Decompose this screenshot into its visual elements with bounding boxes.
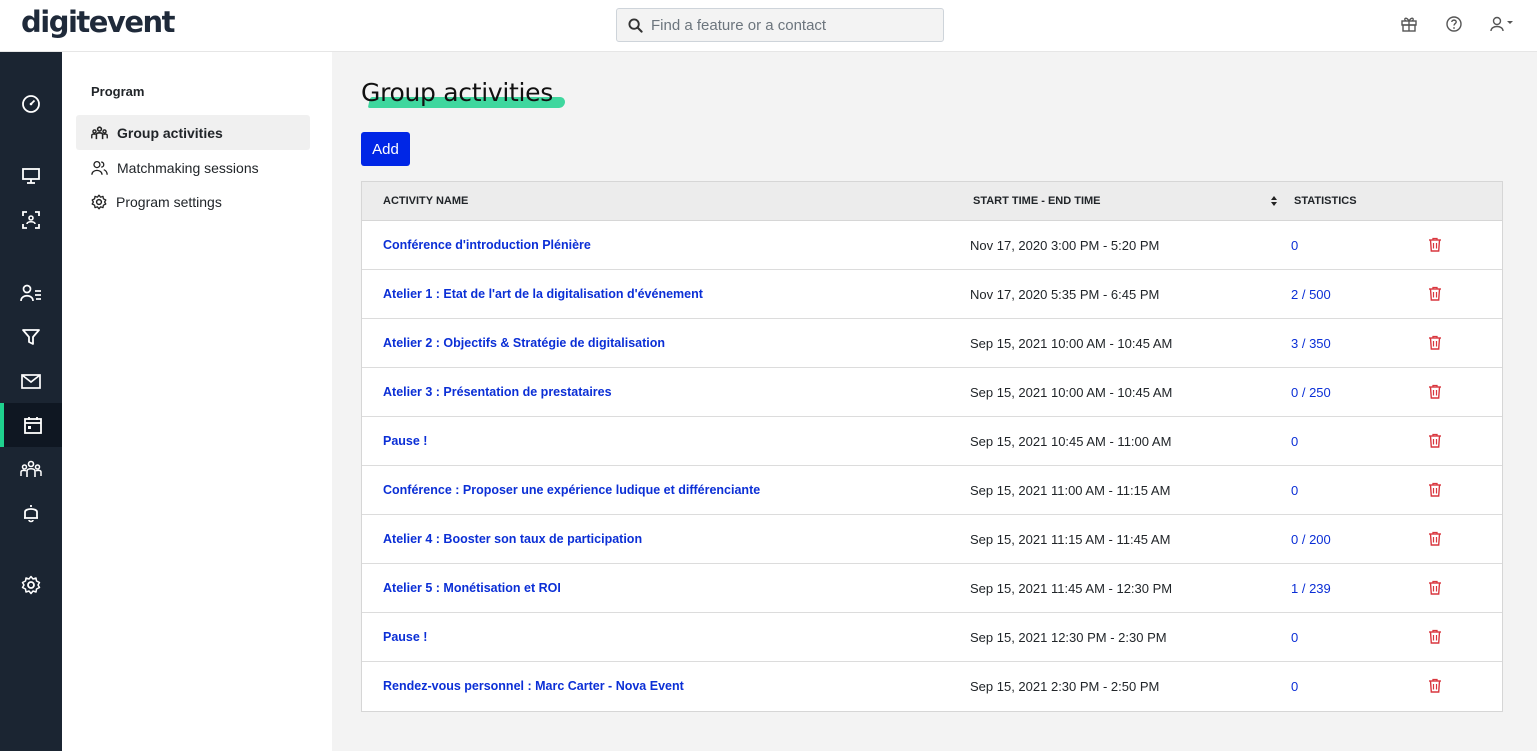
table-row: Atelier 1 : Etat de l'art de la digitali…	[362, 270, 1502, 319]
subnav-item-label: Group activities	[117, 124, 223, 141]
contacts-icon	[20, 284, 41, 302]
gift-icon[interactable]	[1399, 14, 1419, 34]
activity-statistics-link[interactable]: 0 / 200	[1291, 532, 1331, 547]
activity-statistics-link[interactable]: 0	[1291, 434, 1298, 449]
trash-icon[interactable]	[1428, 237, 1442, 252]
trash-icon[interactable]	[1428, 335, 1442, 350]
activity-name-link[interactable]: Pause !	[383, 630, 427, 644]
trash-icon[interactable]	[1428, 482, 1442, 497]
display-icon	[22, 168, 40, 184]
activity-statistics-link[interactable]: 0 / 250	[1291, 385, 1331, 400]
table-row: Atelier 2 : Objectifs & Stratégie de dig…	[362, 319, 1502, 368]
add-button[interactable]: Add	[361, 132, 410, 166]
email-icon	[21, 374, 41, 389]
digitevent-logo[interactable]: digitevent	[21, 5, 176, 39]
activity-statistics-link[interactable]: 0	[1291, 483, 1298, 498]
gear-icon	[91, 194, 107, 209]
table-row: Pause ! Sep 15, 2021 12:30 PM - 2:30 PM 0	[362, 613, 1502, 662]
bell-icon	[24, 505, 38, 523]
top-bar: digitevent	[0, 0, 1537, 52]
rail-email[interactable]	[0, 359, 62, 403]
table-row: Atelier 3 : Présentation de prestataires…	[362, 368, 1502, 417]
search-icon	[628, 18, 643, 33]
table-row: Conférence d'introduction Plénière Nov 17…	[362, 221, 1502, 270]
activity-time: Sep 15, 2021 11:45 AM - 12:30 PM	[970, 581, 1173, 596]
subnav-item-program-settings[interactable]: Program settings	[76, 184, 310, 219]
trash-icon[interactable]	[1428, 286, 1442, 301]
activity-time: Sep 15, 2021 12:30 PM - 2:30 PM	[970, 630, 1167, 645]
activity-time: Sep 15, 2021 10:00 AM - 10:45 AM	[970, 385, 1173, 400]
activity-statistics-link[interactable]: 0	[1291, 238, 1298, 253]
activity-statistics-link[interactable]: 3 / 350	[1291, 336, 1331, 351]
activity-statistics-link[interactable]: 0	[1291, 679, 1298, 694]
activity-name-link[interactable]: Atelier 1 : Etat de l'art de la digitali…	[383, 287, 703, 301]
user-menu-icon[interactable]	[1489, 14, 1519, 34]
table-row: Pause ! Sep 15, 2021 10:45 AM - 11:00 AM 0	[362, 417, 1502, 466]
program-subnav: Program Group activities Matchmaking ses…	[62, 52, 332, 751]
activity-time: Sep 15, 2021 11:00 AM - 11:15 AM	[970, 483, 1171, 498]
filter-icon	[22, 329, 40, 345]
activity-time: Sep 15, 2021 11:15 AM - 11:45 AM	[970, 532, 1171, 547]
trash-icon[interactable]	[1428, 580, 1442, 595]
people-icon	[91, 160, 108, 175]
column-header-statistics[interactable]: STATISTICS	[1294, 195, 1357, 207]
groups-icon	[20, 460, 42, 477]
main-nav-rail	[0, 52, 62, 751]
trash-icon[interactable]	[1428, 678, 1442, 693]
trash-icon[interactable]	[1428, 384, 1442, 399]
activities-table: ACTIVITY NAME START TIME - END TIME STAT…	[361, 181, 1503, 712]
activity-statistics-link[interactable]: 2 / 500	[1291, 287, 1331, 302]
activity-name-link[interactable]: Atelier 5 : Monétisation et ROI	[383, 581, 561, 595]
activity-statistics-link[interactable]: 0	[1291, 630, 1298, 645]
rail-settings[interactable]	[0, 563, 62, 607]
search-box[interactable]	[616, 8, 944, 42]
subnav-item-label: Matchmaking sessions	[117, 159, 259, 176]
table-body: Conférence d'introduction Plénière Nov 17…	[362, 221, 1502, 711]
groups-icon	[91, 125, 108, 139]
sort-icon[interactable]	[1270, 195, 1278, 207]
qr-scan-icon	[22, 211, 40, 229]
activity-time: Sep 15, 2021 10:00 AM - 10:45 AM	[970, 336, 1173, 351]
activity-name-link[interactable]: Atelier 2 : Objectifs & Stratégie de dig…	[383, 336, 665, 350]
help-icon[interactable]	[1444, 14, 1464, 34]
activity-time: Nov 17, 2020 3:00 PM - 5:20 PM	[970, 238, 1160, 253]
trash-icon[interactable]	[1428, 531, 1442, 546]
activity-time: Sep 15, 2021 10:45 AM - 11:00 AM	[970, 434, 1172, 449]
table-header: ACTIVITY NAME START TIME - END TIME STAT…	[362, 182, 1502, 221]
rail-dashboard[interactable]	[0, 82, 62, 126]
subnav-title: Program	[91, 84, 145, 99]
table-row: Atelier 4 : Booster son taux de particip…	[362, 515, 1502, 564]
calendar-icon	[24, 417, 42, 434]
rail-program[interactable]	[0, 403, 62, 447]
activity-name-link[interactable]: Atelier 3 : Présentation de prestataires	[383, 385, 612, 399]
trash-icon[interactable]	[1428, 629, 1442, 644]
activity-name-link[interactable]: Rendez-vous personnel : Marc Carter - No…	[383, 679, 684, 693]
activity-time: Nov 17, 2020 5:35 PM - 6:45 PM	[970, 287, 1160, 302]
column-header-time[interactable]: START TIME - END TIME	[973, 195, 1101, 207]
subnav-item-group-activities[interactable]: Group activities	[76, 115, 310, 150]
trash-icon[interactable]	[1428, 433, 1442, 448]
activity-time: Sep 15, 2021 2:30 PM - 2:50 PM	[970, 679, 1160, 694]
column-header-activity-name[interactable]: ACTIVITY NAME	[383, 195, 468, 207]
rail-groups[interactable]	[0, 447, 62, 491]
activity-statistics-link[interactable]: 1 / 239	[1291, 581, 1331, 596]
activity-name-link[interactable]: Conférence : Proposer une expérience lud…	[383, 483, 760, 497]
activity-name-link[interactable]: Conférence d'introduction Plénière	[383, 238, 591, 252]
table-row: Conférence : Proposer une expérience lud…	[362, 466, 1502, 515]
rail-display[interactable]	[0, 154, 62, 198]
rail-filter[interactable]	[0, 315, 62, 359]
activity-name-link[interactable]: Pause !	[383, 434, 427, 448]
subnav-item-label: Program settings	[116, 193, 222, 210]
rail-notifications[interactable]	[0, 491, 62, 535]
table-row: Rendez-vous personnel : Marc Carter - No…	[362, 662, 1502, 711]
settings-icon	[21, 575, 41, 595]
subnav-item-matchmaking[interactable]: Matchmaking sessions	[76, 150, 310, 185]
activity-name-link[interactable]: Atelier 4 : Booster son taux de particip…	[383, 532, 642, 546]
rail-contacts[interactable]	[0, 271, 62, 315]
table-row: Atelier 5 : Monétisation et ROI Sep 15, 2…	[362, 564, 1502, 613]
search-input[interactable]	[651, 9, 941, 41]
rail-scan[interactable]	[0, 198, 62, 242]
dashboard-icon	[22, 95, 40, 113]
page-title: Group activities	[361, 78, 553, 107]
